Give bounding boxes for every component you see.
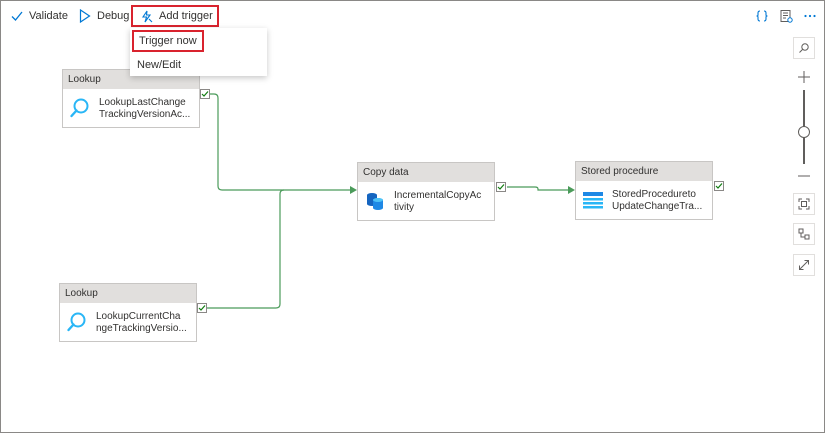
success-check-icon — [198, 305, 206, 311]
add-trigger-button[interactable]: Add trigger — [131, 5, 219, 27]
activity-type-label: Copy data — [358, 163, 494, 182]
lookup-icon — [70, 98, 89, 118]
zoom-out-button[interactable] — [793, 165, 815, 187]
activity-lookup-last-change[interactable]: Lookup LookupLastChange TrackingVersionA… — [62, 69, 200, 128]
properties-icon — [780, 10, 793, 23]
zoom-to-fit-button[interactable] — [793, 193, 815, 215]
activity-success-output[interactable] — [714, 181, 724, 191]
validate-button[interactable]: Validate — [11, 5, 68, 27]
activity-success-output[interactable] — [496, 182, 506, 192]
fit-to-screen-icon — [798, 198, 810, 210]
auto-align-icon — [798, 228, 810, 240]
validate-label: Validate — [29, 10, 68, 22]
code-view-button[interactable] — [753, 7, 771, 25]
activity-name: IncrementalCopyAc tivity — [394, 190, 482, 213]
minus-icon — [798, 175, 810, 177]
checkmark-icon — [11, 11, 23, 21]
activity-incremental-copy[interactable]: Copy data IncrementalCopyAc tivity — [357, 162, 495, 221]
lookup-icon — [67, 312, 86, 332]
activity-type-label: Lookup — [60, 284, 196, 303]
pipeline-toolbar: Validate Debug Add trigger — [1, 1, 824, 29]
menu-item-trigger-now[interactable]: Trigger now — [132, 30, 204, 52]
debug-label: Debug — [97, 10, 130, 22]
plus-icon — [798, 71, 810, 83]
copy-data-icon — [367, 193, 383, 210]
expand-icon — [799, 260, 809, 270]
zoom-slider-thumb[interactable] — [798, 126, 810, 138]
success-check-icon — [715, 183, 723, 189]
activity-name: LookupLastChange TrackingVersionAc... — [99, 97, 191, 120]
stored-procedure-icon — [583, 192, 603, 209]
activity-stored-procedure[interactable]: Stored procedure StoredProcedureto Updat… — [575, 161, 713, 220]
auto-align-button[interactable] — [793, 223, 815, 245]
activity-name: LookupCurrentCha ngeTrackingVersio... — [96, 311, 187, 334]
canvas-search-button[interactable] — [793, 37, 815, 59]
activity-success-output[interactable] — [197, 303, 207, 313]
zoom-in-button[interactable] — [793, 66, 815, 88]
code-icon — [756, 10, 768, 22]
trigger-icon — [141, 10, 153, 22]
expand-canvas-button[interactable] — [793, 254, 815, 276]
add-trigger-label: Add trigger — [159, 10, 213, 22]
more-options-button[interactable] — [801, 7, 819, 25]
properties-button[interactable] — [777, 7, 795, 25]
activity-lookup-current-change[interactable]: Lookup LookupCurrentCha ngeTrackingVersi… — [59, 283, 197, 342]
success-check-icon — [201, 91, 209, 97]
more-icon — [804, 14, 816, 18]
menu-item-new-edit[interactable]: New/Edit — [130, 54, 267, 76]
success-check-icon — [497, 184, 505, 190]
play-icon — [79, 9, 91, 23]
activity-name: StoredProcedureto UpdateChangeTra... — [612, 189, 703, 212]
debug-button[interactable]: Debug — [79, 5, 129, 27]
activity-success-output[interactable] — [200, 89, 210, 99]
search-icon — [799, 43, 809, 53]
add-trigger-menu: Trigger now New/Edit — [130, 28, 267, 76]
activity-type-label: Stored procedure — [576, 162, 712, 181]
